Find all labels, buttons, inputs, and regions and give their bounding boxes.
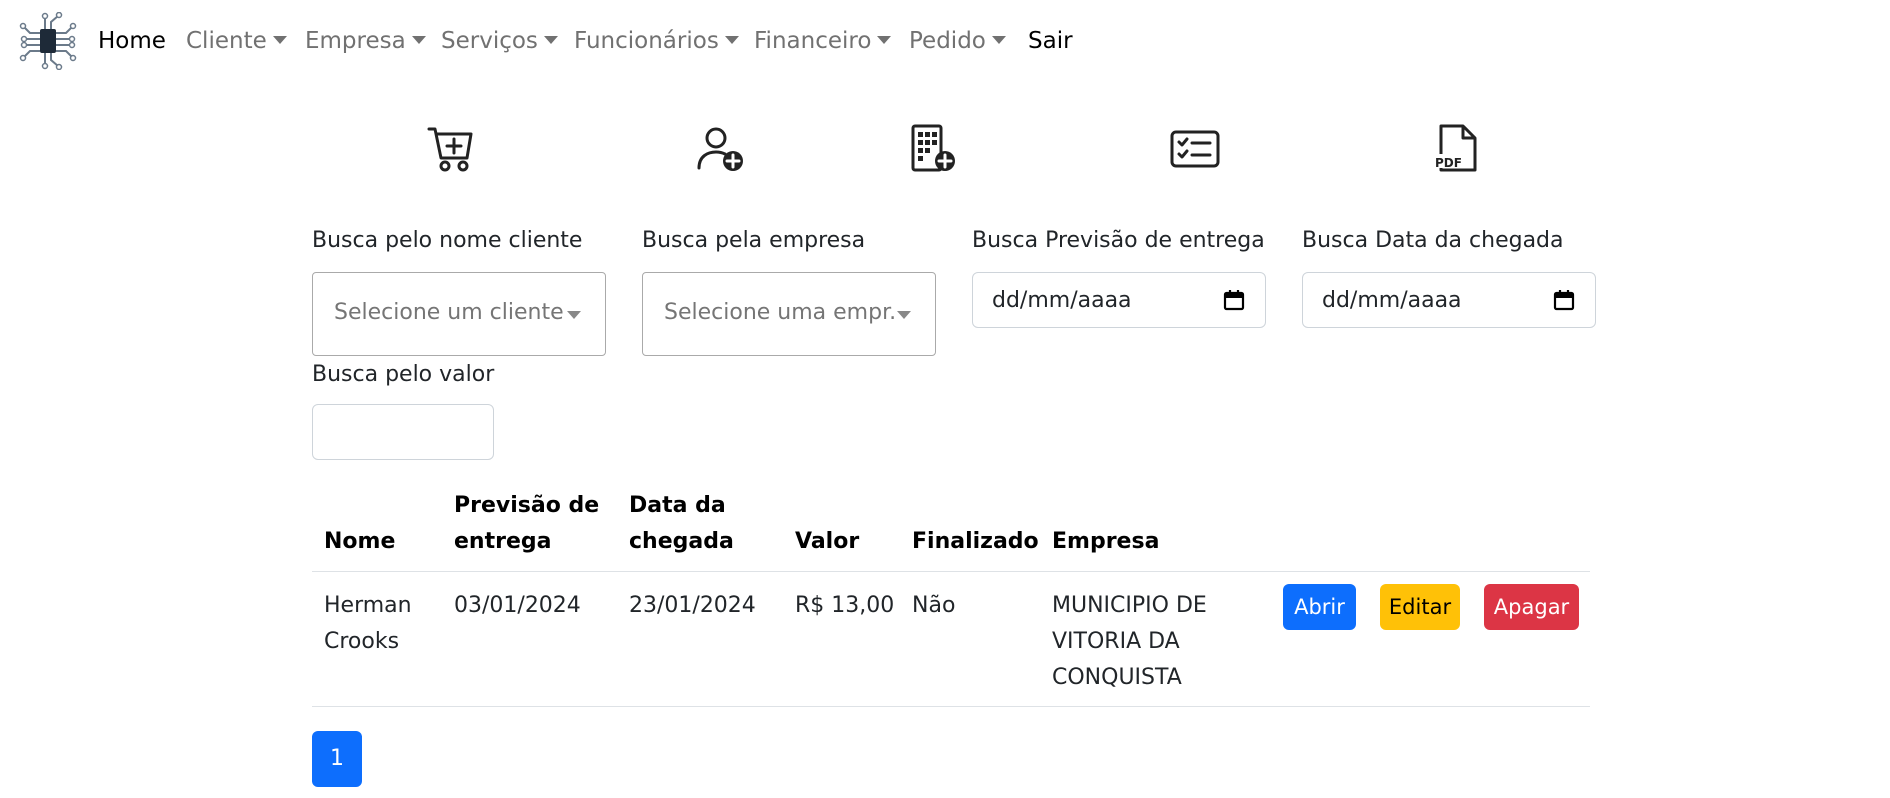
nav-financeiro-dropdown[interactable]: Financeiro <box>754 26 892 56</box>
nav-servicos-label: Serviços <box>441 28 538 54</box>
navbar: Home Cliente Empresa Serviços Funcionári… <box>0 0 1890 84</box>
col-chegada-line1: Data da <box>629 493 726 518</box>
nav-funcionarios-label: Funcionários <box>574 28 719 54</box>
col-empresa: Empresa <box>1052 529 1160 554</box>
svg-text:PDF: PDF <box>1435 156 1462 170</box>
pdf-file-icon[interactable]: PDF <box>1433 124 1483 174</box>
valor-filter-label: Busca pelo valor <box>312 362 495 387</box>
col-previsao-line2: entrega <box>454 529 552 554</box>
nav-funcionarios-dropdown[interactable]: Funcionários <box>574 26 739 56</box>
empresa-select-placeholder: Selecione uma empr... <box>664 300 894 325</box>
nav-cliente-label: Cliente <box>186 28 267 54</box>
cliente-filter-label: Busca pelo nome cliente <box>312 228 583 253</box>
table-divider <box>312 706 1590 707</box>
cliente-select[interactable]: Selecione um cliente <box>312 272 606 356</box>
nav-empresa-label: Empresa <box>305 28 406 54</box>
chegada-date-input[interactable]: dd/mm/aaaa <box>1302 272 1596 328</box>
cell-valor: R$ 13,00 <box>795 593 895 618</box>
valor-input[interactable] <box>312 404 494 460</box>
building-add-icon[interactable] <box>907 124 957 174</box>
col-finalizado: Finalizado <box>912 529 1039 554</box>
card-checklist-icon[interactable] <box>1170 124 1220 174</box>
chevron-down-icon <box>272 36 287 44</box>
chevron-down-icon <box>411 36 426 44</box>
cliente-select-placeholder: Selecione um cliente <box>334 300 564 325</box>
cell-empresa-line1: MUNICIPIO DE <box>1052 593 1207 618</box>
abrir-button[interactable]: Abrir <box>1283 584 1356 630</box>
nav-pedido-label: Pedido <box>909 28 986 54</box>
chevron-down-icon <box>724 36 739 44</box>
person-add-icon[interactable] <box>696 124 746 174</box>
nav-servicos-dropdown[interactable]: Serviços <box>441 26 558 56</box>
nav-empresa-dropdown[interactable]: Empresa <box>305 26 426 56</box>
editar-button[interactable]: Editar <box>1380 584 1460 630</box>
cell-empresa-line3: CONQUISTA <box>1052 665 1182 690</box>
pagination-page-button[interactable]: 1 <box>312 731 362 787</box>
chevron-down-icon <box>567 311 581 319</box>
chegada-filter-label: Busca Data da chegada <box>1302 228 1564 253</box>
chegada-date-value: dd/mm/aaaa <box>1322 288 1462 313</box>
table-divider <box>312 571 1590 572</box>
nav-home[interactable]: Home <box>98 26 166 56</box>
previsao-filter-label: Busca Previsão de entrega <box>972 228 1265 253</box>
calendar-icon[interactable] <box>1553 289 1575 311</box>
nav-pedido-dropdown[interactable]: Pedido <box>909 26 1006 56</box>
nav-cliente-dropdown[interactable]: Cliente <box>186 26 287 56</box>
col-valor: Valor <box>795 529 860 554</box>
cell-empresa-line2: VITORIA DA <box>1052 629 1180 654</box>
nav-financeiro-label: Financeiro <box>754 28 872 54</box>
col-chegada-line2: chegada <box>629 529 734 554</box>
col-nome: Nome <box>324 529 396 554</box>
col-previsao-line1: Previsão de <box>454 493 600 518</box>
circuit-chip-logo[interactable] <box>18 12 78 70</box>
cell-nome-line1: Herman <box>324 593 412 618</box>
previsao-date-value: dd/mm/aaaa <box>992 288 1132 313</box>
cart-plus-icon[interactable] <box>426 124 476 174</box>
empresa-select[interactable]: Selecione uma empr... <box>642 272 936 356</box>
previsao-date-input[interactable]: dd/mm/aaaa <box>972 272 1266 328</box>
cell-nome-line2: Crooks <box>324 629 400 654</box>
chevron-down-icon <box>897 311 911 319</box>
chevron-down-icon <box>543 36 558 44</box>
chevron-down-icon <box>877 36 892 44</box>
empresa-filter-label: Busca pela empresa <box>642 228 866 253</box>
chevron-down-icon <box>991 36 1006 44</box>
cell-chegada: 23/01/2024 <box>629 593 756 618</box>
nav-sair[interactable]: Sair <box>1028 26 1073 56</box>
cell-finalizado: Não <box>912 593 956 618</box>
apagar-button[interactable]: Apagar <box>1484 584 1579 630</box>
calendar-icon[interactable] <box>1223 289 1245 311</box>
cell-previsao: 03/01/2024 <box>454 593 581 618</box>
